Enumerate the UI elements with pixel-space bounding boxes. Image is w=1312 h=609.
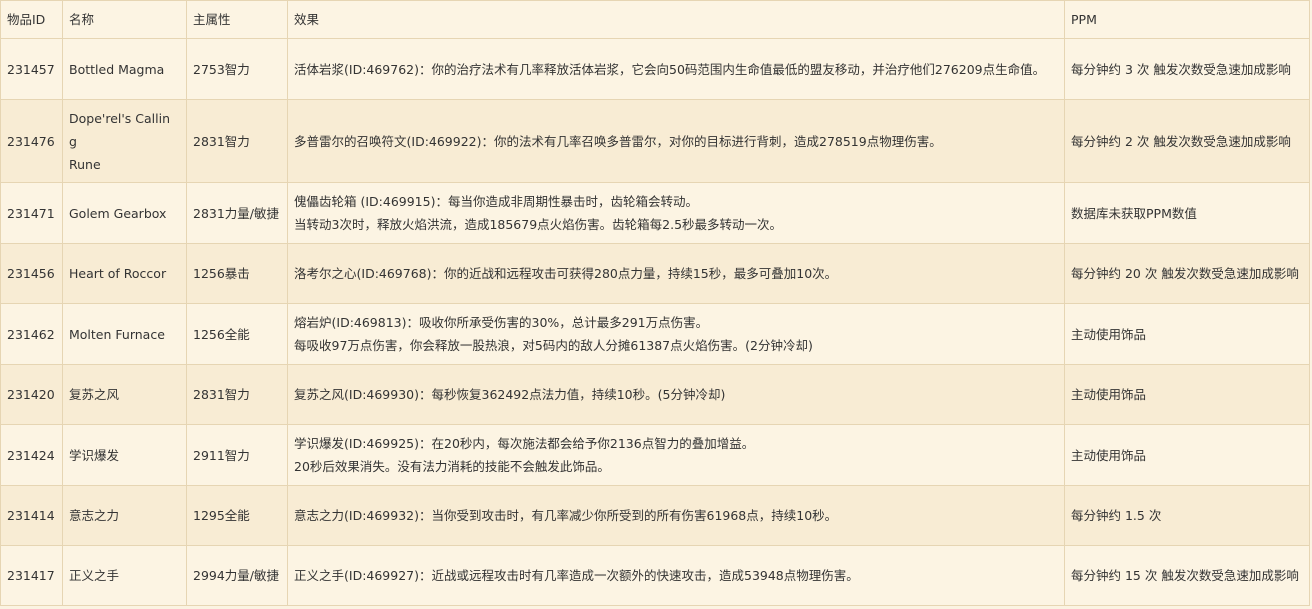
table-row: 231456 Heart of Roccor 1256暴击 洛考尔之心(ID:4…	[0, 243, 1310, 304]
item-stat-cell: 2911智力	[186, 424, 288, 486]
item-effect-cell: 洛考尔之心(ID:469768)：你的近战和远程攻击可获得280点力量，持续15…	[287, 243, 1065, 304]
item-id-cell: 231417	[0, 545, 63, 606]
item-id-cell: 231457	[0, 38, 63, 100]
table-row: 231471 Golem Gearbox 2831力量/敏捷 傀儡齿轮箱 (ID…	[0, 182, 1310, 244]
column-header-effect: 效果	[287, 0, 1065, 39]
item-effect-cell: 正义之手(ID:469927)：近战或远程攻击时有几率造成一次额外的快速攻击，造…	[287, 545, 1065, 606]
item-ppm-cell: 数据库未获取PPM数值	[1064, 182, 1310, 244]
item-name-cell: 复苏之风	[62, 364, 187, 425]
table-row: 231420 复苏之风 2831智力 复苏之风(ID:469930)：每秒恢复3…	[0, 364, 1310, 425]
item-effect-cell: 复苏之风(ID:469930)：每秒恢复362492点法力值，持续10秒。(5分…	[287, 364, 1065, 425]
item-stat-cell: 1295全能	[186, 485, 288, 546]
item-id-cell: 231420	[0, 364, 63, 425]
item-effect-cell: 学识爆发(ID:469925)：在20秒内，每次施法都会给予你2136点智力的叠…	[287, 424, 1065, 486]
item-ppm-cell: 主动使用饰品	[1064, 424, 1310, 486]
effect-line: 复苏之风(ID:469930)：每秒恢复362492点法力值，持续10秒。(5分…	[294, 387, 726, 402]
item-ppm-cell: 每分钟约 15 次 触发次数受急速加成影响	[1064, 545, 1310, 606]
item-name-cell: 学识爆发	[62, 424, 187, 486]
effect-line: 意志之力(ID:469932)：当你受到攻击时，有几率减少你所受到的所有伤害61…	[294, 508, 838, 523]
item-effect-cell: 熔岩炉(ID:469813)：吸收你所承受伤害的30%，总计最多291万点伤害。…	[287, 303, 1065, 365]
item-effect-cell: 多普雷尔的召唤符文(ID:469922)：你的法术有几率召唤多普雷尔，对你的目标…	[287, 99, 1065, 183]
item-id-cell: 231456	[0, 243, 63, 304]
item-stat-cell: 1256全能	[186, 303, 288, 365]
item-id-cell: 231462	[0, 303, 63, 365]
effect-line: 学识爆发(ID:469925)：在20秒内，每次施法都会给予你2136点智力的叠…	[294, 436, 755, 451]
item-stat-cell: 2753智力	[186, 38, 288, 100]
item-stat-cell: 2831智力	[186, 364, 288, 425]
item-stat-cell: 1256暴击	[186, 243, 288, 304]
header-row: 物品ID 名称 主属性 效果 PPM	[0, 0, 1310, 39]
item-effect-cell: 意志之力(ID:469932)：当你受到攻击时，有几率减少你所受到的所有伤害61…	[287, 485, 1065, 546]
effect-line: 傀儡齿轮箱 (ID:469915)：每当你造成非周期性暴击时，齿轮箱会转动。	[294, 194, 698, 209]
item-name-cell: Heart of Roccor	[62, 243, 187, 304]
item-stat-cell: 2994力量/敏捷	[186, 545, 288, 606]
item-id-cell: 231471	[0, 182, 63, 244]
item-ppm-cell: 每分钟约 3 次 触发次数受急速加成影响	[1064, 38, 1310, 100]
effect-line: 多普雷尔的召唤符文(ID:469922)：你的法术有几率召唤多普雷尔，对你的目标…	[294, 133, 942, 149]
item-name-cell: 意志之力	[62, 485, 187, 546]
item-ppm-cell: 每分钟约 20 次 触发次数受急速加成影响	[1064, 243, 1310, 304]
item-effect-cell: 活体岩浆(ID:469762)：你的治疗法术有几率释放活体岩浆，它会向50码范围…	[287, 38, 1065, 100]
item-name-cell: Molten Furnace	[62, 303, 187, 365]
item-effect-cell: 傀儡齿轮箱 (ID:469915)：每当你造成非周期性暴击时，齿轮箱会转动。 当…	[287, 182, 1065, 244]
effect-line: 20秒后效果消失。没有法力消耗的技能不会触发此饰品。	[294, 459, 610, 474]
items-table: 物品ID 名称 主属性 效果 PPM 231457 Bottled Magma …	[0, 0, 1310, 606]
column-header-id: 物品ID	[0, 0, 63, 39]
item-id-cell: 231414	[0, 485, 63, 546]
item-name-cell: Golem Gearbox	[62, 182, 187, 244]
table-row: 231424 学识爆发 2911智力 学识爆发(ID:469925)：在20秒内…	[0, 424, 1310, 486]
item-id-cell: 231476	[0, 99, 63, 183]
table-row: 231417 正义之手 2994力量/敏捷 正义之手(ID:469927)：近战…	[0, 545, 1310, 606]
item-name-cell: Bottled Magma	[62, 38, 187, 100]
table-row: 231462 Molten Furnace 1256全能 熔岩炉(ID:4698…	[0, 303, 1310, 365]
item-id-cell: 231424	[0, 424, 63, 486]
effect-line: 活体岩浆(ID:469762)：你的治疗法术有几率释放活体岩浆，它会向50码范围…	[294, 61, 1046, 77]
item-stat-cell: 2831智力	[186, 99, 288, 183]
effect-line: 洛考尔之心(ID:469768)：你的近战和远程攻击可获得280点力量，持续15…	[294, 266, 838, 281]
table-row: 231414 意志之力 1295全能 意志之力(ID:469932)：当你受到攻…	[0, 485, 1310, 546]
effect-line: 当转动3次时，释放火焰洪流，造成185679点火焰伤害。齿轮箱每2.5秒最多转动…	[294, 217, 783, 232]
item-ppm-cell: 主动使用饰品	[1064, 364, 1310, 425]
effect-line: 每吸收97万点伤害，你会释放一股热浪，对5码内的敌人分摊61387点火焰伤害。(…	[294, 338, 813, 353]
item-ppm-cell: 每分钟约 1.5 次	[1064, 485, 1310, 546]
item-name-cell: 正义之手	[62, 545, 187, 606]
table-row: 231457 Bottled Magma 2753智力 活体岩浆(ID:4697…	[0, 38, 1310, 100]
effect-line: 熔岩炉(ID:469813)：吸收你所承受伤害的30%，总计最多291万点伤害。	[294, 315, 709, 330]
table-row: 231476 Dope'rel's Callin g Rune 2831智力 多…	[0, 99, 1310, 183]
item-stat-cell: 2831力量/敏捷	[186, 182, 288, 244]
item-ppm-cell: 主动使用饰品	[1064, 303, 1310, 365]
column-header-name: 名称	[62, 0, 187, 39]
column-header-stat: 主属性	[186, 0, 288, 39]
item-ppm-cell: 每分钟约 2 次 触发次数受急速加成影响	[1064, 99, 1310, 183]
effect-line: 正义之手(ID:469927)：近战或远程攻击时有几率造成一次额外的快速攻击，造…	[294, 568, 859, 583]
item-name-cell: Dope'rel's Callin g Rune	[62, 99, 187, 183]
column-header-ppm: PPM	[1064, 0, 1310, 39]
